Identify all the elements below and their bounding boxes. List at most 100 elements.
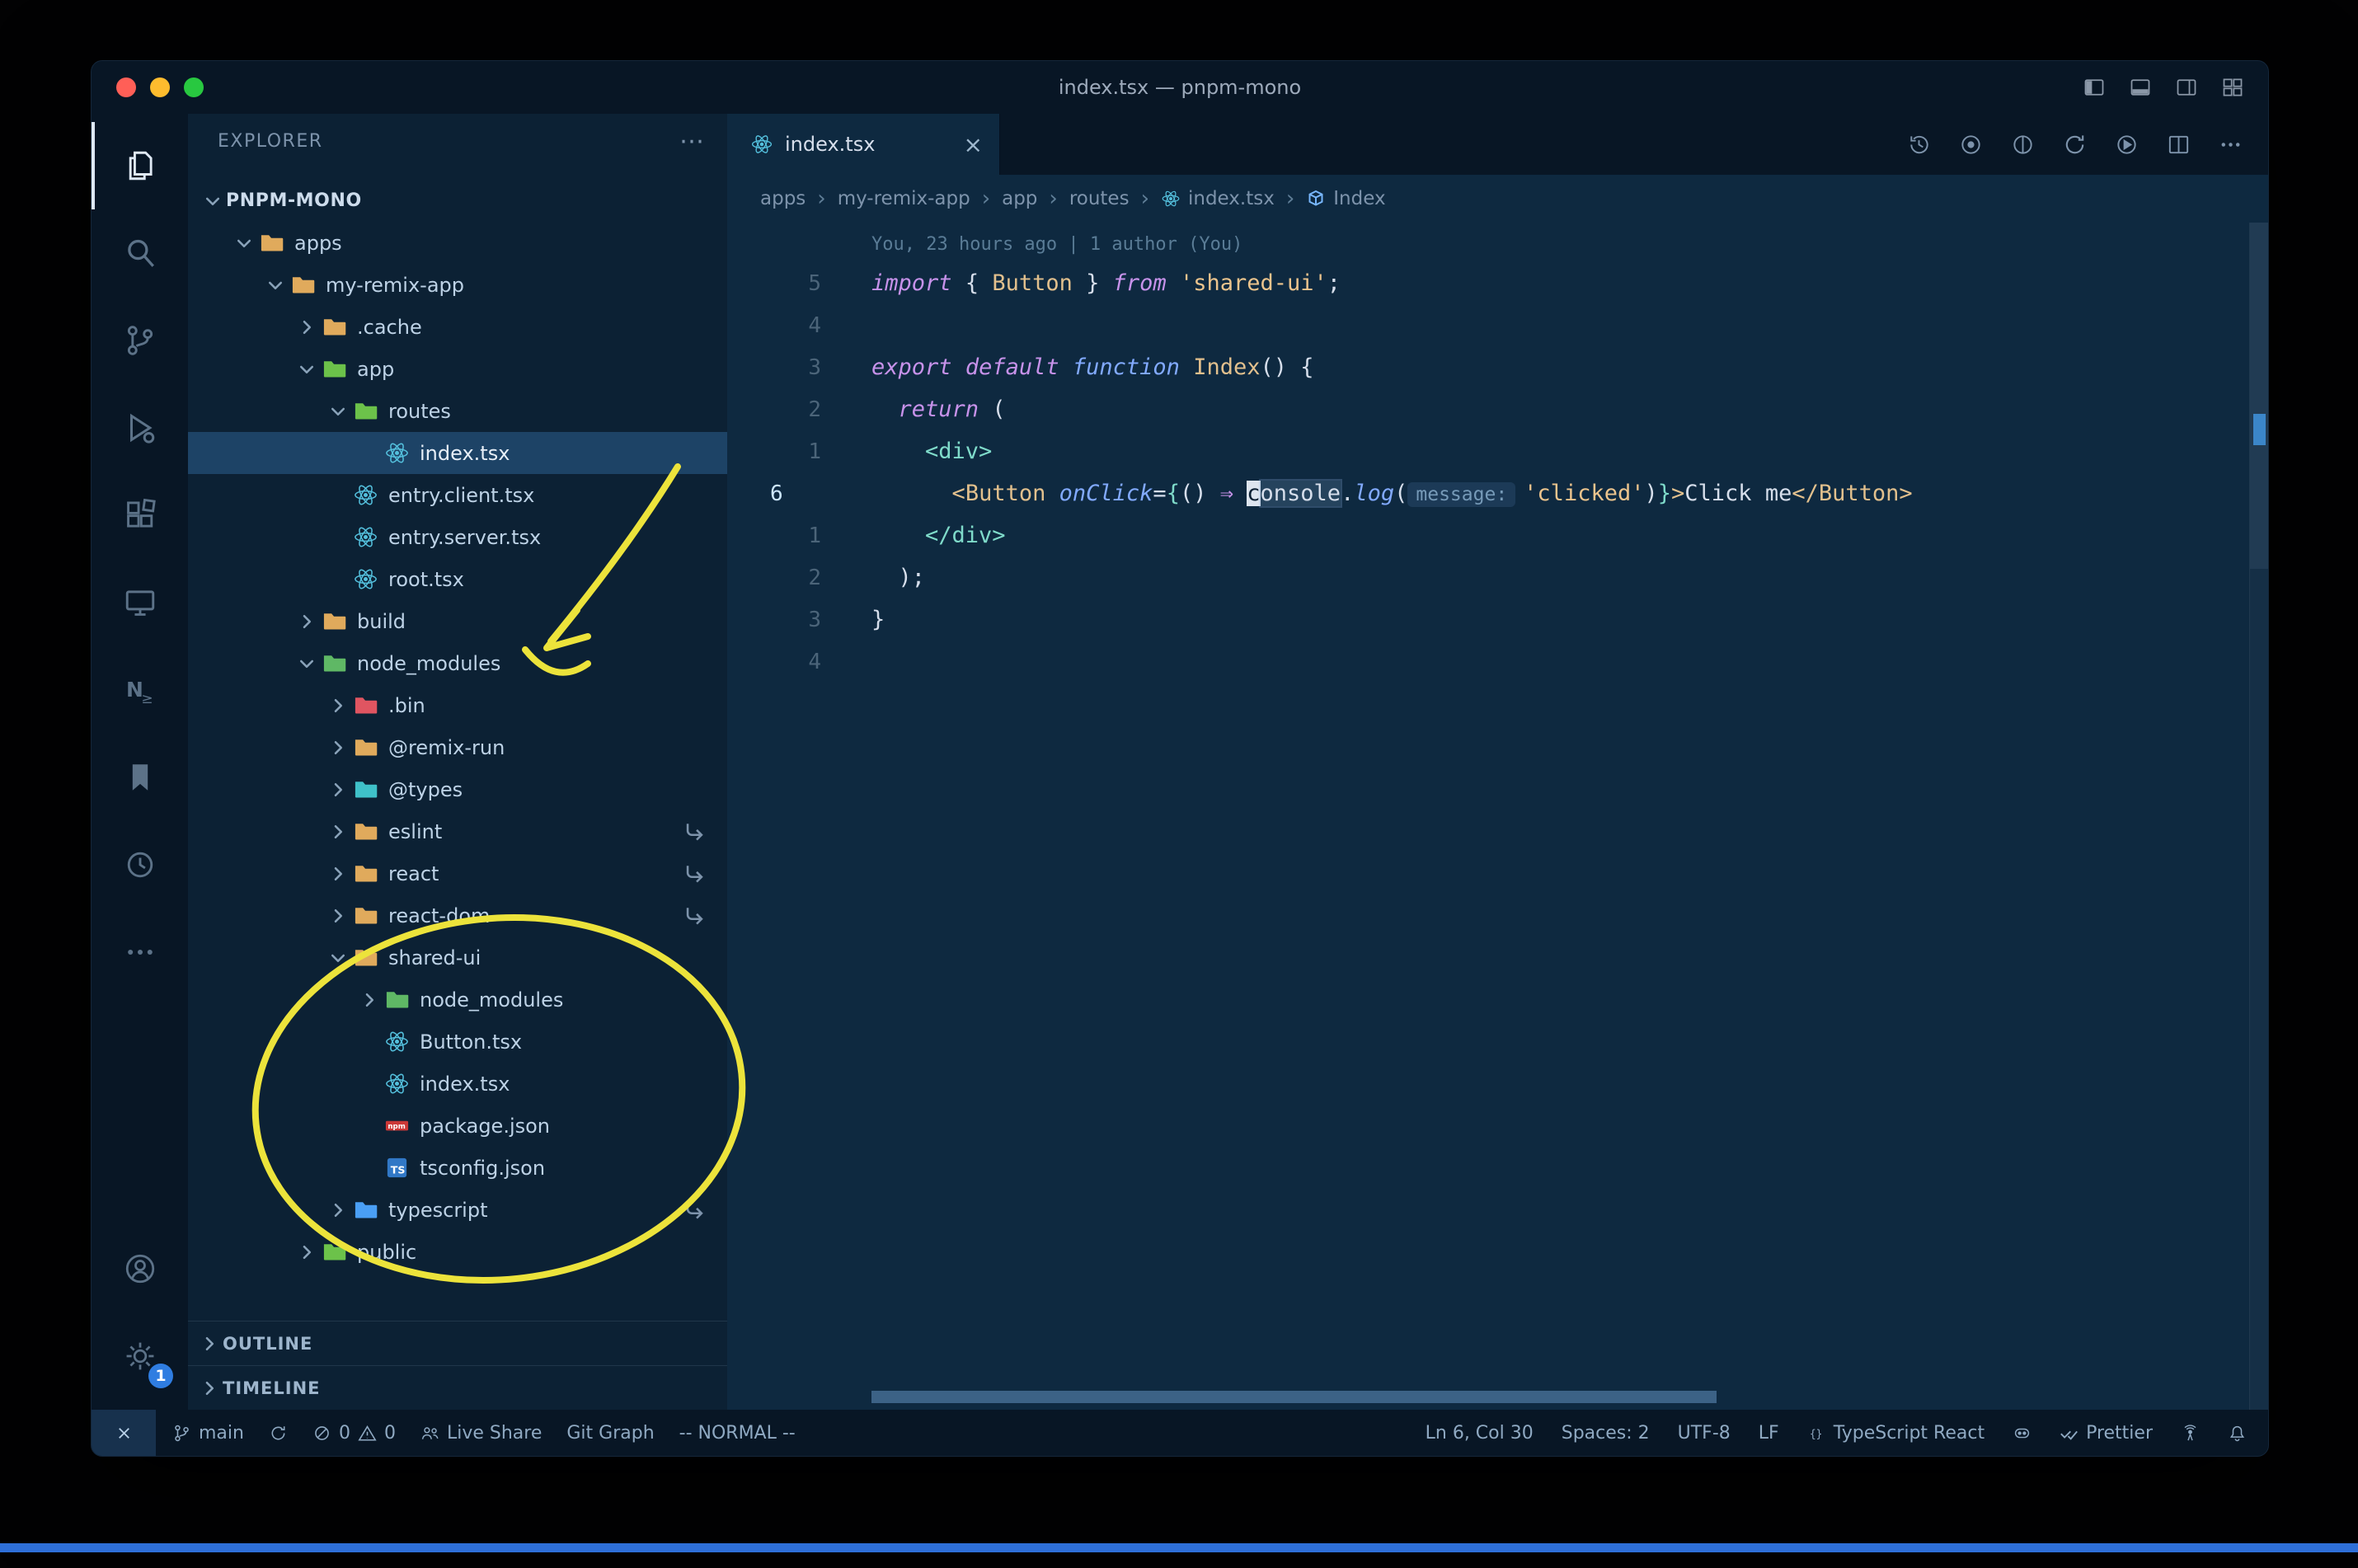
tree-item-bin[interactable]: .bin xyxy=(188,684,727,726)
traffic-lights xyxy=(92,77,204,97)
editor-actions xyxy=(1906,114,2268,175)
tree-item-entry-client-tsx[interactable]: entry.client.tsx xyxy=(188,474,727,516)
vertical-scrollbar-thumb[interactable] xyxy=(2250,223,2268,569)
tree-item-react[interactable]: react xyxy=(188,852,727,894)
tree-item-tsconfig-json[interactable]: TS tsconfig.json xyxy=(188,1147,727,1189)
activity-remote-explorer[interactable] xyxy=(92,559,188,646)
code-area[interactable]: You, 23 hours ago | 1 author (You) 5 impo… xyxy=(727,223,2268,1410)
code-line[interactable]: 2 ); xyxy=(727,556,2268,599)
status-language-mode[interactable]: {} TypeScript React xyxy=(1807,1423,1985,1444)
tree-item-routes[interactable]: routes xyxy=(188,390,727,432)
tree-item-types[interactable]: @types xyxy=(188,768,727,810)
run-file-button[interactable] xyxy=(2114,132,2140,157)
status-remote-tower[interactable] xyxy=(2181,1424,2200,1443)
tree-item-root-tsx[interactable]: root.tsx xyxy=(188,558,727,600)
layout-grid-button[interactable] xyxy=(2220,75,2245,100)
status-vim-mode[interactable]: -- NORMAL -- xyxy=(679,1423,796,1444)
status-git-graph[interactable]: Git Graph xyxy=(566,1423,654,1444)
tree-item-app[interactable]: app xyxy=(188,348,727,390)
activity-accounts[interactable] xyxy=(92,1225,188,1312)
open-changes-button[interactable] xyxy=(2062,132,2088,157)
horizontal-scrollbar-thumb[interactable] xyxy=(871,1391,1717,1403)
code-line[interactable]: 3} xyxy=(727,599,2268,641)
breadcrumb-index[interactable]: Index xyxy=(1306,188,1386,209)
code-line[interactable]: 2 return ( xyxy=(727,388,2268,430)
tab-close-button[interactable]: × xyxy=(964,131,983,158)
status-remote-indicator[interactable] xyxy=(92,1410,156,1456)
panel-right-button[interactable] xyxy=(2174,75,2199,100)
code-line[interactable]: 4 xyxy=(727,641,2268,683)
breadcrumb-app[interactable]: app xyxy=(1002,188,1037,209)
close-window-button[interactable] xyxy=(116,77,136,97)
activity-extensions[interactable] xyxy=(92,472,188,559)
compare-changes-button[interactable] xyxy=(2010,132,2036,157)
tab-index-tsx[interactable]: index.tsx × xyxy=(727,114,1000,175)
activity-source-control[interactable] xyxy=(92,297,188,384)
split-editor-button[interactable] xyxy=(2166,132,2191,157)
tree-item-apps[interactable]: apps xyxy=(188,222,727,264)
tree-item-shared-ui[interactable]: shared-ui xyxy=(188,937,727,979)
panel-bottom-button[interactable] xyxy=(2128,75,2153,100)
tree-item-index-tsx[interactable]: index.tsx xyxy=(188,432,727,474)
activity-explorer[interactable] xyxy=(92,122,188,209)
breadcrumb-my-remix-app[interactable]: my-remix-app xyxy=(838,188,970,209)
status-eol[interactable]: LF xyxy=(1759,1423,1779,1444)
error-icon xyxy=(312,1424,331,1443)
status-cursor-position[interactable]: Ln 6, Col 30 xyxy=(1426,1423,1534,1444)
tree-item-my-remix-app[interactable]: my-remix-app xyxy=(188,264,727,306)
tree-item-public[interactable]: public xyxy=(188,1231,727,1273)
code-line[interactable]: 5 import { Button } from 'shared-ui'; xyxy=(727,262,2268,304)
status-encoding[interactable]: UTF-8 xyxy=(1678,1423,1731,1444)
status-live-share[interactable]: Live Share xyxy=(420,1423,542,1444)
activity-more-views[interactable] xyxy=(92,908,188,996)
more-actions-button[interactable] xyxy=(2218,132,2243,157)
tree-item-label: app xyxy=(357,357,395,381)
tree-item-package-json[interactable]: npm package.json xyxy=(188,1105,727,1147)
status-git-branch[interactable]: main xyxy=(172,1423,244,1444)
status-prettier[interactable]: Prettier xyxy=(2060,1423,2153,1444)
tree-item-index-tsx[interactable]: index.tsx xyxy=(188,1063,727,1105)
gitlens-blame-annotation[interactable]: You, 23 hours ago | 1 author (You) xyxy=(871,228,2268,262)
breadcrumb-routes[interactable]: routes xyxy=(1069,188,1130,209)
explorer-actions-button[interactable]: ⋯ xyxy=(679,127,704,156)
status-problems[interactable]: 00 xyxy=(312,1423,396,1444)
breadcrumb-apps[interactable]: apps xyxy=(760,188,806,209)
toggle-blame-button[interactable] xyxy=(1958,132,1984,157)
status-sync-status[interactable] xyxy=(269,1424,288,1443)
code-line[interactable]: 6 <Button onClick={() ⇒ console.log(mess… xyxy=(727,472,2268,514)
status-copilot[interactable] xyxy=(2013,1424,2032,1443)
tree-item-pnpm-mono[interactable]: PNPM-MONO xyxy=(188,180,727,222)
file-history-button[interactable] xyxy=(1906,132,1932,157)
tree-item-remix-run[interactable]: @remix-run xyxy=(188,726,727,768)
code-line[interactable]: 1 <div> xyxy=(727,430,2268,472)
tree-item-node-modules[interactable]: node_modules xyxy=(188,642,727,684)
status-notifications[interactable] xyxy=(2228,1424,2247,1443)
tree-item-node-modules[interactable]: node_modules xyxy=(188,979,727,1021)
section-outline[interactable]: OUTLINE xyxy=(188,1321,727,1365)
tree-item-eslint[interactable]: eslint xyxy=(188,810,727,852)
status-indentation[interactable]: Spaces: 2 xyxy=(1562,1423,1650,1444)
tree-item-typescript[interactable]: typescript xyxy=(188,1189,727,1231)
section-timeline[interactable]: TIMELINE xyxy=(188,1365,727,1410)
code-line[interactable]: 1 </div> xyxy=(727,514,2268,556)
minimize-window-button[interactable] xyxy=(150,77,170,97)
panel-left-button[interactable] xyxy=(2082,75,2107,100)
code-line[interactable]: 3 export default function Index() { xyxy=(727,346,2268,388)
code-line[interactable]: 4 xyxy=(727,304,2268,346)
activity-bookmarks[interactable] xyxy=(92,734,188,821)
activity-search[interactable] xyxy=(92,209,188,297)
tree-item-cache[interactable]: .cache xyxy=(188,306,727,348)
vertical-scrollbar[interactable] xyxy=(2249,223,2268,1410)
tree-item-entry-server-tsx[interactable]: entry.server.tsx xyxy=(188,516,727,558)
activity-nx-console[interactable]: N ≥ xyxy=(92,646,188,734)
activity-run-debug[interactable] xyxy=(92,384,188,472)
zoom-window-button[interactable] xyxy=(184,77,204,97)
activity-time-tracker[interactable] xyxy=(92,821,188,908)
activity-settings[interactable]: 1 xyxy=(92,1312,188,1400)
title-bar[interactable]: index.tsx — pnpm-mono xyxy=(92,61,2268,114)
tree-item-react-dom[interactable]: react-dom xyxy=(188,894,727,937)
tree-item-build[interactable]: build xyxy=(188,600,727,642)
tree-item-button-tsx[interactable]: Button.tsx xyxy=(188,1021,727,1063)
breadcrumb-index-tsx[interactable]: index.tsx xyxy=(1161,188,1275,209)
